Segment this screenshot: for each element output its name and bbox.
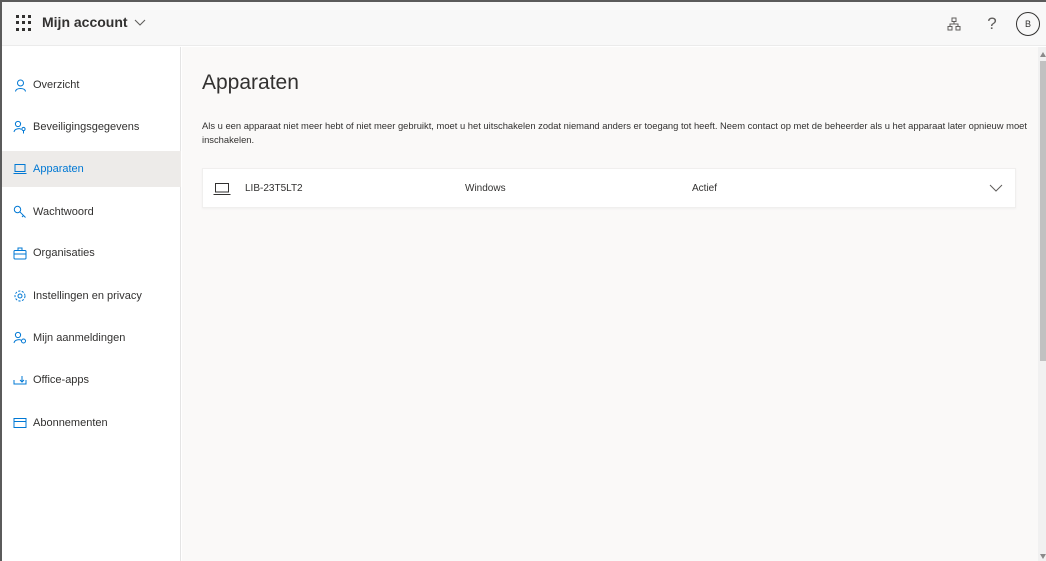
sidebar-item-label: Abonnementen	[33, 417, 108, 429]
sidebar-item-label: Organisaties	[33, 247, 95, 259]
sidebar-item-office-apps[interactable]: Office-apps	[2, 362, 181, 398]
subscriptions-icon	[13, 416, 27, 430]
main-content: Apparaten Als u een apparaat niet meer h…	[182, 47, 1038, 561]
page-description: Als u een apparaat niet meer hebt of nie…	[202, 120, 1027, 145]
sidebar-item-overzicht[interactable]: Overzicht	[2, 67, 181, 103]
app-title: Mijn account	[42, 14, 128, 30]
avatar-initial: B	[1024, 19, 1031, 29]
device-row[interactable]: LIB-23T5LT2 Windows Actief	[202, 168, 1016, 208]
gear-icon	[13, 289, 27, 303]
app-title-menu[interactable]: Mijn account	[42, 14, 147, 30]
sidebar-item-wachtwoord[interactable]: Wachtwoord	[2, 194, 181, 230]
page-title: Apparaten	[202, 71, 299, 94]
device-status: Actief	[692, 183, 718, 194]
sidebar-item-label: Instellingen en privacy	[33, 290, 142, 302]
avatar[interactable]: B	[1016, 12, 1040, 36]
sidebar-item-instellingen-en-privacy[interactable]: Instellingen en privacy	[2, 278, 181, 314]
help-icon[interactable]: ?	[980, 12, 1004, 36]
chevron-down-icon[interactable]	[989, 183, 1003, 193]
scroll-up-arrow-icon[interactable]	[1039, 49, 1046, 59]
briefcase-icon	[13, 246, 27, 260]
scroll-down-arrow-icon[interactable]	[1039, 551, 1046, 561]
laptop-icon	[13, 162, 27, 176]
organization-icon[interactable]	[942, 12, 966, 36]
security-info-icon	[13, 120, 27, 134]
sidebar-item-label: Overzicht	[33, 79, 80, 91]
sign-ins-icon	[13, 331, 27, 345]
app-launcher-icon[interactable]	[16, 15, 32, 31]
key-icon	[13, 205, 27, 219]
download-icon	[13, 373, 27, 387]
laptop-icon	[213, 183, 231, 195]
sidebar-item-organisaties[interactable]: Organisaties	[2, 235, 181, 271]
scrollbar-thumb[interactable]	[1040, 61, 1046, 361]
device-os: Windows	[465, 183, 506, 194]
sidebar-item-label: Beveiligingsgegevens	[33, 121, 140, 133]
sidebar-item-apparaten[interactable]: Apparaten	[2, 151, 181, 187]
help-label: ?	[987, 14, 997, 33]
top-bar: Mijn account ? B	[2, 2, 1046, 46]
person-icon	[13, 78, 27, 92]
sidebar-item-label: Office-apps	[33, 374, 90, 386]
device-name: LIB-23T5LT2	[245, 183, 303, 194]
sidebar-item-beveiligingsgegevens[interactable]: Beveiligingsgegevens	[2, 109, 181, 145]
sidebar-item-abonnementen[interactable]: Abonnementen	[2, 405, 181, 441]
chevron-down-icon	[134, 19, 145, 26]
top-bar-actions: ? B	[928, 12, 1040, 36]
app-window: Mijn account ? B Overzicht Beveiligingsg…	[0, 0, 1046, 561]
sidebar-item-label: Mijn aanmeldingen	[33, 332, 126, 344]
sidebar-item-label: Wachtwoord	[33, 206, 94, 218]
vertical-scrollbar[interactable]	[1038, 47, 1046, 561]
sidebar-nav: Overzicht Beveiligingsgegevens Apparaten…	[2, 47, 181, 561]
sidebar-item-mijn-aanmeldingen[interactable]: Mijn aanmeldingen	[2, 320, 181, 356]
sidebar-item-label: Apparaten	[33, 163, 84, 175]
